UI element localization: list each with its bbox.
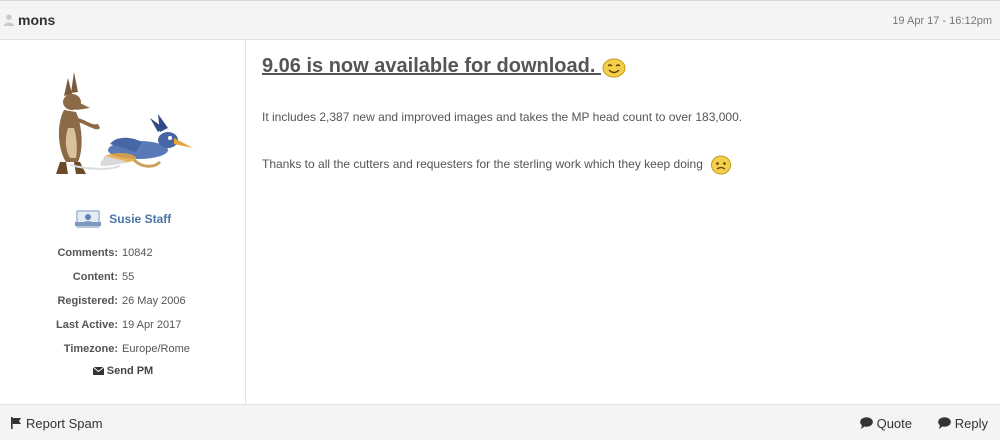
stat-registered: Registered: 26 May 2006 [0,293,246,317]
send-pm-label: Send PM [106,365,154,377]
reply-button[interactable]: Reply [937,416,988,431]
flag-icon [11,417,21,429]
stat-label: Comments: [57,247,118,259]
post-header: mons 19 Apr 17 - 16:12pm [0,0,1000,40]
stat-timezone: Timezone: Europe/Rome [0,341,246,365]
stat-label: Registered: [57,295,118,307]
stat-value: 55 [122,271,135,283]
user-group: Susie Staff [0,208,246,230]
stat-comments: Comments: 10842 [0,245,246,269]
stat-value: Europe/Rome [122,343,190,355]
stat-value: 10842 [122,247,153,259]
forum-post: mons 19 Apr 17 - 16:12pm Susie Staff Com… [0,0,1000,440]
stat-last-active: Last Active: 19 Apr 2017 [0,317,246,341]
post-date: 19 Apr 17 - 16:12pm [892,15,992,27]
user-icon [4,14,14,26]
report-spam-label: Report Spam [26,416,103,431]
quote-button[interactable]: Quote [859,416,912,431]
post-title-row: 9.06 is now available for download. [262,52,982,82]
smiley-icon [602,58,626,78]
author-profile: Susie Staff Comments: 10842 Content: 55 Re… [0,40,246,404]
speech-bubble-icon [859,417,873,429]
reply-label: Reply [954,416,988,431]
smiley-icon [711,155,732,175]
stat-value: 26 May 2006 [122,295,186,307]
post-title: 9.06 is now available for download. [262,55,596,77]
post-content: 9.06 is now available for download. It i… [262,52,982,175]
post-author-name[interactable]: mons [18,12,55,28]
user-group-name: Susie Staff [109,212,172,226]
send-pm-link[interactable]: Send PM [0,365,246,377]
staff-badge-icon [74,210,101,228]
user-stats: Comments: 10842 Content: 55 Registered: 26 … [0,245,246,365]
quote-label: Quote [876,416,912,431]
stat-label: Timezone: [63,343,118,355]
post-footer: Report Spam Quote Reply [0,404,1000,440]
avatar[interactable] [50,70,195,178]
stat-label: Content: [72,271,118,283]
envelope-icon [92,367,104,375]
post-paragraph: Thanks to all the cutters and requesters… [262,157,703,172]
post-paragraph-row: Thanks to all the cutters and requesters… [262,155,732,175]
stat-value: 19 Apr 2017 [122,319,182,331]
speech-bubble-icon [937,417,951,429]
report-spam-button[interactable]: Report Spam [10,416,103,431]
stat-label: Last Active: [56,319,118,331]
post-paragraph: It includes 2,387 new and improved image… [262,110,743,124]
stat-content: Content: 55 [0,269,246,293]
